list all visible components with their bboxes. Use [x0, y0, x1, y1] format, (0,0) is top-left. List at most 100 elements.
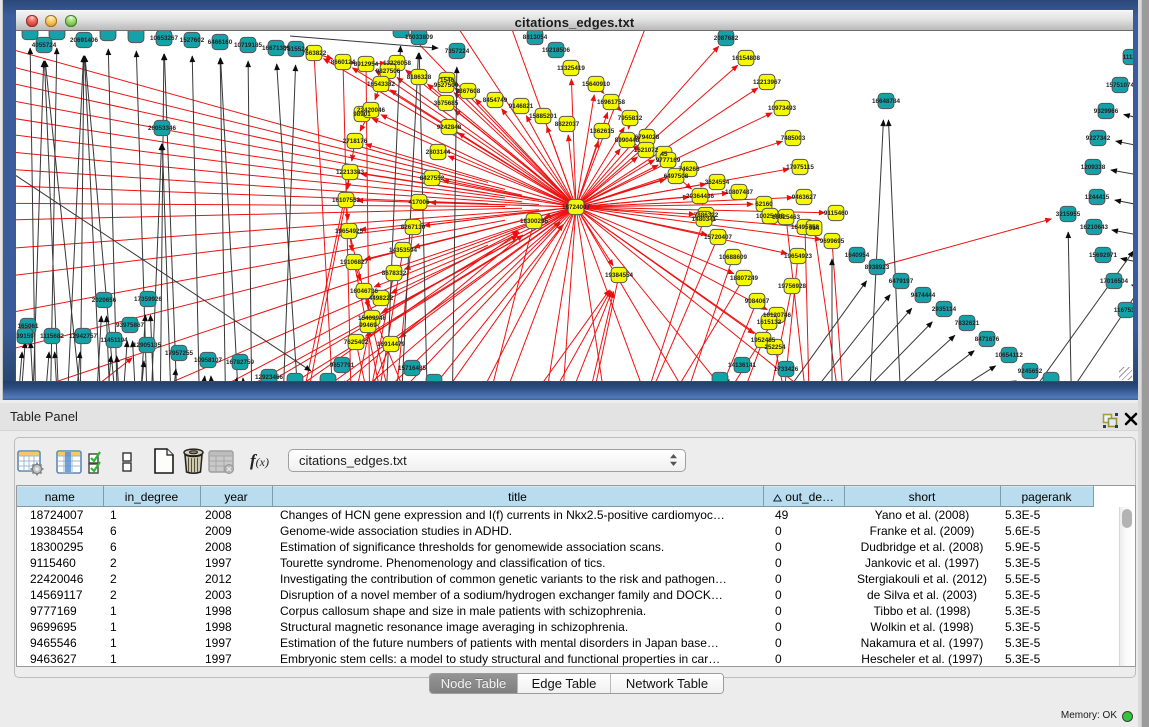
svg-text:8427552: 8427552	[420, 175, 445, 182]
svg-text:8660124: 8660124	[331, 59, 356, 66]
svg-text:1480341: 1480341	[692, 216, 717, 223]
svg-text:2935114: 2935114	[932, 306, 957, 313]
svg-text:8186328: 8186328	[407, 74, 432, 81]
svg-text:10120746: 10120746	[763, 312, 792, 319]
svg-text:8454749: 8454749	[483, 97, 508, 104]
svg-text:2367608: 2367608	[456, 88, 481, 95]
svg-text:8813054: 8813054	[523, 34, 548, 41]
svg-text:10653267: 10653267	[150, 35, 179, 42]
svg-text:746266: 746266	[678, 166, 700, 173]
svg-text:2087682: 2087682	[714, 35, 739, 42]
svg-text:39159: 39159	[16, 333, 34, 340]
svg-text:1621072: 1621072	[634, 147, 659, 154]
svg-text:8822037: 8822037	[555, 121, 580, 128]
svg-text:1115682: 1115682	[40, 333, 64, 340]
svg-text:1615132: 1615132	[757, 319, 782, 326]
svg-text:7832621: 7832621	[955, 320, 980, 327]
svg-text:16543382: 16543382	[367, 81, 396, 88]
svg-text:20691406: 20691406	[70, 37, 99, 44]
svg-text:8938923: 8938923	[865, 264, 890, 271]
svg-text:1244415: 1244415	[1085, 194, 1110, 201]
svg-text:19106827: 19106827	[340, 259, 369, 266]
svg-text:17957255: 17957255	[165, 350, 194, 357]
svg-text:16107553: 16107553	[332, 197, 361, 204]
svg-text:15720407: 15720407	[704, 234, 733, 241]
svg-text:10688609: 10688609	[719, 254, 748, 261]
svg-text:1362615: 1362615	[590, 128, 615, 135]
svg-text:7357224: 7357224	[445, 48, 470, 55]
svg-text:17975115: 17975115	[786, 164, 814, 171]
svg-text:15692971: 15692971	[1089, 252, 1118, 259]
svg-text:9474444: 9474444	[911, 292, 936, 299]
svg-text:9245652: 9245652	[1018, 368, 1043, 375]
svg-text:16046736: 16046736	[350, 288, 379, 295]
svg-text:9827506: 9827506	[376, 68, 401, 75]
svg-text:10973493: 10973493	[768, 105, 797, 112]
svg-text:17016504: 17016504	[1100, 278, 1129, 285]
svg-text:1209338: 1209338	[1081, 164, 1106, 171]
svg-text:1527602: 1527602	[180, 37, 205, 44]
svg-text:9657791: 9657791	[330, 362, 355, 369]
svg-text:1640954: 1640954	[845, 252, 870, 259]
svg-text:93975867: 93975867	[116, 322, 145, 329]
svg-text:10958107: 10958107	[194, 357, 223, 364]
svg-text:7485003: 7485003	[781, 135, 806, 142]
svg-text:9115460: 9115460	[824, 210, 849, 217]
svg-text:6497508: 6497508	[664, 173, 689, 180]
svg-text:18724007: 18724007	[562, 204, 591, 211]
svg-text:7955812: 7955812	[618, 115, 643, 122]
svg-text:3675685: 3675685	[434, 100, 459, 107]
svg-text:16210643: 16210643	[1080, 224, 1109, 231]
svg-text:18807249: 18807249	[730, 275, 759, 282]
svg-text:12905135: 12905135	[133, 342, 162, 349]
svg-text:19654925: 19654925	[335, 228, 364, 235]
svg-text:19756928: 19756928	[778, 283, 807, 290]
svg-text:15640910: 15640910	[582, 81, 611, 88]
svg-text:16961758: 16961758	[597, 99, 626, 106]
svg-text:6794028: 6794028	[635, 134, 660, 141]
svg-text:4498222: 4498222	[369, 295, 394, 302]
svg-text:9242848: 9242848	[437, 124, 462, 131]
svg-text:12213383: 12213383	[336, 169, 365, 176]
svg-text:16782759: 16782759	[226, 359, 255, 366]
svg-text:12942757: 12942757	[69, 333, 98, 340]
svg-text:20364436: 20364436	[686, 193, 715, 200]
svg-text:15885201: 15885201	[529, 113, 558, 120]
svg-text:13226058: 13226058	[383, 60, 412, 67]
svg-text:2020656: 2020656	[92, 297, 117, 304]
svg-text:62160: 62160	[755, 201, 773, 208]
svg-text:8912954: 8912954	[354, 61, 379, 68]
svg-text:2803144: 2803144	[426, 149, 451, 156]
svg-text:9227342: 9227342	[1086, 135, 1111, 142]
svg-text:4055724: 4055724	[32, 42, 57, 49]
svg-text:12923466: 12923466	[255, 374, 284, 381]
svg-text:10807487: 10807487	[725, 189, 754, 196]
svg-text:10025463: 10025463	[772, 214, 801, 221]
svg-text:165061: 165061	[17, 323, 39, 330]
svg-text:14353594: 14353594	[389, 247, 418, 254]
svg-text:8471676: 8471676	[975, 336, 1000, 343]
svg-text:1952485: 1952485	[751, 337, 776, 344]
svg-text:9699695: 9699695	[820, 238, 845, 245]
svg-text:7663822: 7663822	[302, 50, 327, 57]
svg-text:99469: 99469	[359, 322, 377, 329]
svg-text:19654923: 19654923	[784, 253, 813, 260]
svg-text:18300295: 18300295	[520, 218, 549, 225]
svg-text:16154808: 16154808	[732, 55, 761, 62]
svg-text:9777169: 9777169	[656, 157, 681, 164]
svg-text:19384554: 19384554	[605, 272, 634, 279]
svg-text:9463627: 9463627	[792, 194, 817, 201]
svg-text:1167533: 1167533	[1114, 307, 1133, 314]
svg-text:9329966: 9329966	[1094, 108, 1119, 115]
svg-text:7625402: 7625402	[344, 339, 369, 346]
svg-text:11451194: 11451194	[100, 337, 128, 344]
svg-text:11325419: 11325419	[557, 65, 585, 72]
svg-text:8267130: 8267130	[401, 224, 426, 231]
svg-text:22420046: 22420046	[357, 107, 386, 114]
svg-text:9146821: 9146821	[509, 103, 534, 110]
svg-text:10719185: 10719185	[234, 42, 263, 49]
svg-text:16648784: 16648784	[872, 98, 901, 105]
svg-text:15716485: 15716485	[398, 365, 427, 372]
svg-text:12213967: 12213967	[753, 79, 782, 86]
svg-text:6466160: 6466160	[208, 39, 233, 46]
